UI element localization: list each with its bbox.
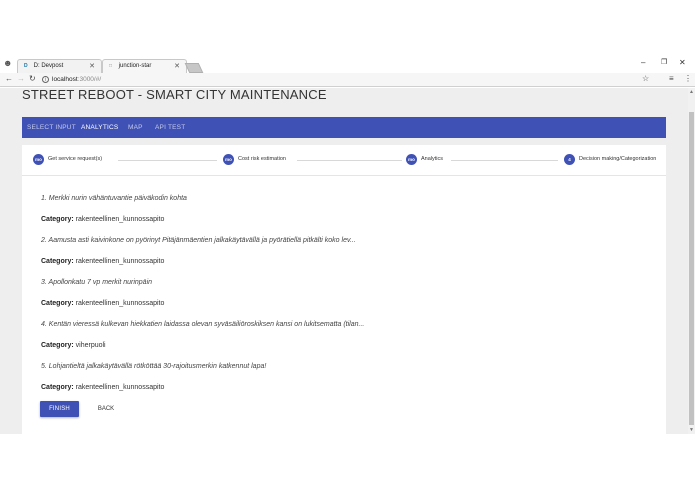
url-host: localhost [52,76,78,83]
top-margin [0,0,695,56]
nav-tabs: SELECT INPUT ANALYTICS MAP API TEST [22,117,666,138]
browser-tab-label: D: Devpost [33,63,64,69]
devpost-icon: D [24,63,28,69]
category-label: Category: [41,258,74,265]
category-label: Category: [41,300,74,307]
result-category-2: Category: rakenteellinen_kunnossapito [41,258,164,265]
result-title-4: 4. Kentän vieressä kulkevan hiekkatien l… [41,321,365,328]
tab-api-test[interactable]: API TEST [155,117,185,138]
close-icon[interactable]: ✕ [174,60,180,73]
tab-select-input[interactable]: SELECT INPUT [27,117,76,138]
step-label: Analytics [421,156,444,162]
category-label: Category: [41,384,74,391]
star-icon[interactable]: ☆ [642,74,649,83]
close-icon[interactable]: ✕ [89,60,95,73]
category-label: Category: [41,342,74,349]
tab-analytics[interactable]: ANALYTICS [81,117,118,138]
reload-icon[interactable]: ↻ [29,74,36,83]
page-title: STREET REBOOT - SMART CITY MAINTENANCE [22,88,327,102]
bottom-margin [0,434,695,494]
category-value: rakenteellinen_kunnossapito [75,384,165,391]
step-connector [118,160,217,161]
result-category-5: Category: rakenteellinen_kunnossapito [41,384,164,391]
step-label: Get service request(s) [48,156,103,162]
scroll-down-icon[interactable]: ▼ [689,427,694,433]
result-title-5: 5. Lohjantieltä jalkakäytävällä rötköttä… [41,363,267,370]
page-icon: □ [109,63,113,69]
step-badge: mo [406,154,417,165]
user-icon[interactable]: ☻ [3,58,12,69]
extensions-icon[interactable]: ≡ [669,74,674,83]
result-category-4: Category: viherpuoli [41,342,106,349]
window-close-icon[interactable]: ✕ [679,58,686,67]
category-value: viherpuoli [75,342,106,349]
forward-arrow-icon[interactable]: → [17,74,25,83]
step-label: Decision making/Categorization [579,156,657,162]
url-path: :3000/#/ [77,76,102,83]
scrollbar-thumb[interactable] [689,112,694,425]
back-arrow-icon[interactable]: ← [5,74,13,83]
tab-map[interactable]: MAP [128,117,143,138]
category-value: rakenteellinen_kunnossapito [75,300,165,307]
result-category-3: Category: rakenteellinen_kunnossapito [41,300,164,307]
step-connector [451,160,558,161]
result-title-2: 2. Aamusta asti kaivinkone on pyörinyt P… [41,237,356,244]
category-value: rakenteellinen_kunnossapito [75,216,165,223]
restore-icon[interactable]: ❐ [661,58,667,66]
address-bar: ← → ↻ i localhost:3000/#/ ☆ ≡ ⋮ [0,73,695,87]
result-title-3: 3. Apollonkatu 7 vp merkit nurinpäin [41,279,153,286]
step-badge: mo [223,154,234,165]
info-icon[interactable]: i [42,76,49,83]
browser-tab-junction-star[interactable]: □ junction-star ✕ [102,59,187,73]
category-value: rakenteellinen_kunnossapito [75,258,165,265]
menu-icon[interactable]: ⋮ [684,74,692,83]
step-connector [297,160,402,161]
stepper: mo Get service request(s) mo Cost risk e… [22,145,666,176]
url-field[interactable]: i localhost:3000/#/ [42,74,101,85]
page-scrollbar[interactable]: ▲ ▼ [688,88,695,434]
category-label: Category: [41,216,74,223]
new-tab-button[interactable] [184,63,204,73]
browser-tab-strip: ☻ D D: Devpost ✕ □ junction-star ✕ – ❐ ✕ [0,56,695,73]
result-category-1: Category: rakenteellinen_kunnossapito [41,216,164,223]
browser-tab-label: junction-star [118,63,152,69]
back-button[interactable]: BACK [91,401,121,417]
step-badge: 4 [564,154,575,165]
step-badge: mo [33,154,44,165]
scroll-up-icon[interactable]: ▲ [689,89,694,95]
minimize-icon[interactable]: – [641,58,645,67]
result-title-1: 1. Merkki nurin vähäntuvantie päiväkodin… [41,195,187,202]
browser-tab-devpost[interactable]: D D: Devpost ✕ [17,59,102,73]
finish-button[interactable]: FINISH [40,401,79,417]
step-label: Cost risk estimation [238,156,286,162]
